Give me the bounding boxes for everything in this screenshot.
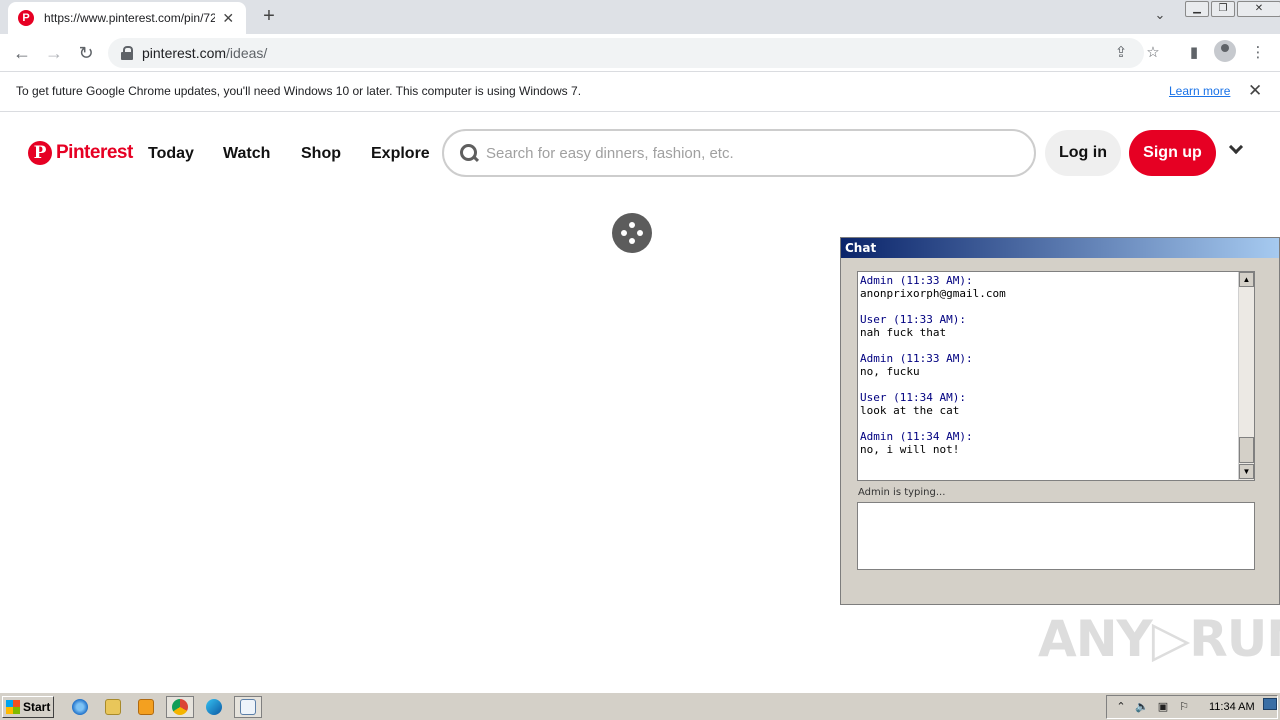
chat-title-bar[interactable]: Chat [841,238,1279,258]
chat-message-header: User (11:33 AM): [860,313,966,326]
lock-icon [120,46,134,60]
windows-flag-icon [6,700,20,714]
ie-icon[interactable] [66,696,94,718]
new-tab-button[interactable]: + [256,5,282,29]
browser-toolbar: ← → ↻ pinterest.com/ideas/ ⇪ ☆ ▮ ⋮ [0,34,1280,72]
volume-icon[interactable]: 🔈 [1135,700,1149,714]
edge-icon[interactable] [200,696,228,718]
back-arrow-icon[interactable]: ← [10,41,34,65]
nav-shop[interactable]: Shop [301,145,341,163]
show-desktop-button[interactable] [1263,698,1277,710]
chat-message-header: Admin (11:33 AM): [860,352,973,365]
chrome-icon[interactable] [166,696,194,718]
chat-scrollbar[interactable]: ▲ ▼ [1238,272,1254,480]
chat-message-header: Admin (11:34 AM): [860,430,973,443]
chat-message: Admin (11:33 AM): no, fucku [860,352,1236,378]
minimize-button[interactable]: ▁ [1185,1,1209,17]
chat-message: User (11:34 AM): look at the cat [860,391,1236,417]
chat-message-body: no, i will not! [860,443,960,456]
pinterest-favicon-icon: P [18,10,34,26]
infobar-close-icon[interactable]: ✕ [1248,81,1262,101]
url-path: /ideas/ [226,45,268,61]
scroll-up-arrow-icon[interactable]: ▲ [1239,272,1254,287]
learn-more-link[interactable]: Learn more [1169,84,1230,98]
update-infobar: To get future Google Chrome updates, you… [0,72,1280,112]
action-center-flag-icon[interactable]: ⚐ [1177,700,1191,714]
chat-message-header: User (11:34 AM): [860,391,966,404]
media-player-icon[interactable] [132,696,160,718]
notepad-icon[interactable] [234,696,262,718]
taskbar-clock[interactable]: 11:34 AM [1209,701,1255,713]
chat-messages: Admin (11:33 AM): anonprixorph@gmail.com U… [860,274,1236,469]
profile-avatar-icon[interactable] [1214,40,1236,62]
browser-tab[interactable]: P https://www.pinterest.com/pin/7270 ✕ [8,2,246,34]
pinterest-logo-text: Pinterest [56,142,133,163]
sign-up-button[interactable]: Sign up [1129,130,1216,176]
infobar-message: To get future Google Chrome updates, you… [16,84,582,98]
chat-message-body: no, fucku [860,365,920,378]
search-icon [460,144,478,162]
menu-kebab-icon[interactable]: ⋮ [1246,41,1270,65]
bookmark-star-icon[interactable]: ☆ [1142,38,1164,68]
nav-watch[interactable]: Watch [223,145,270,163]
scroll-thumb[interactable] [1239,437,1254,463]
pinterest-logo[interactable]: P Pinterest [28,141,133,165]
explorer-icon[interactable] [99,696,127,718]
pinterest-header: P Pinterest Today Watch Shop Explore Log… [0,113,1280,195]
chat-message: Admin (11:33 AM): anonprixorph@gmail.com [860,274,1236,300]
scroll-down-arrow-icon[interactable]: ▼ [1239,464,1254,479]
log-in-button[interactable]: Log in [1045,130,1121,176]
more-chevron-down-icon[interactable] [1228,141,1244,157]
restore-button[interactable]: ❐ [1211,1,1235,17]
tab-search-chevron-icon[interactable]: ⌄ [1150,7,1170,27]
tab-close-icon[interactable]: ✕ [221,10,237,27]
share-icon[interactable]: ⇪ [1110,38,1132,68]
anyrun-watermark: ANY▷RUN [1038,610,1280,668]
chat-message-body: look at the cat [860,404,960,417]
nav-explore[interactable]: Explore [371,145,430,163]
start-label: Start [23,700,51,714]
chat-message-body: anonprixorph@gmail.com [860,287,1006,300]
url-domain: pinterest.com [142,45,227,61]
typing-status: Admin is typing... [858,487,946,498]
loading-spinner-icon [612,213,652,253]
close-window-button[interactable]: ✕ [1237,1,1280,17]
chat-window: Chat Admin (11:33 AM): anonprixorph@gmail… [840,237,1280,605]
system-tray: ⌃ 🔈 ▣ ⚐ 11:34 AM [1106,695,1278,719]
windows-taskbar: Start ⌃ 🔈 ▣ ⚐ 11:34 AM [0,692,1280,720]
pinterest-search-box[interactable] [442,129,1036,177]
tab-title: https://www.pinterest.com/pin/7270 [44,11,215,25]
chat-message: Admin (11:34 AM): no, i will not! [860,430,1236,456]
forward-arrow-icon[interactable]: → [42,41,66,65]
chat-message-body: nah fuck that [860,326,947,339]
start-button[interactable]: Start [2,696,54,718]
show-hidden-icons-icon[interactable]: ⌃ [1114,700,1128,714]
reload-icon[interactable]: ↻ [74,41,98,65]
window-controls: ▁ ❐ ✕ [1183,1,1280,17]
address-bar[interactable]: pinterest.com/ideas/ ⇪ ☆ [108,38,1160,68]
chat-message-header: Admin (11:33 AM): [860,274,973,287]
side-panel-icon[interactable]: ▮ [1182,41,1206,65]
pinterest-logo-icon: P [28,141,52,165]
pinterest-search-input[interactable] [486,144,1006,162]
chat-message-input[interactable] [857,502,1255,570]
chat-log: Admin (11:33 AM): anonprixorph@gmail.com U… [857,271,1255,481]
tab-strip: P https://www.pinterest.com/pin/7270 ✕ +… [0,0,1280,34]
screen: P https://www.pinterest.com/pin/7270 ✕ +… [0,0,1280,720]
nav-today[interactable]: Today [148,145,194,163]
network-icon[interactable]: ▣ [1156,700,1170,714]
chat-message: User (11:33 AM): nah fuck that [860,313,1236,339]
